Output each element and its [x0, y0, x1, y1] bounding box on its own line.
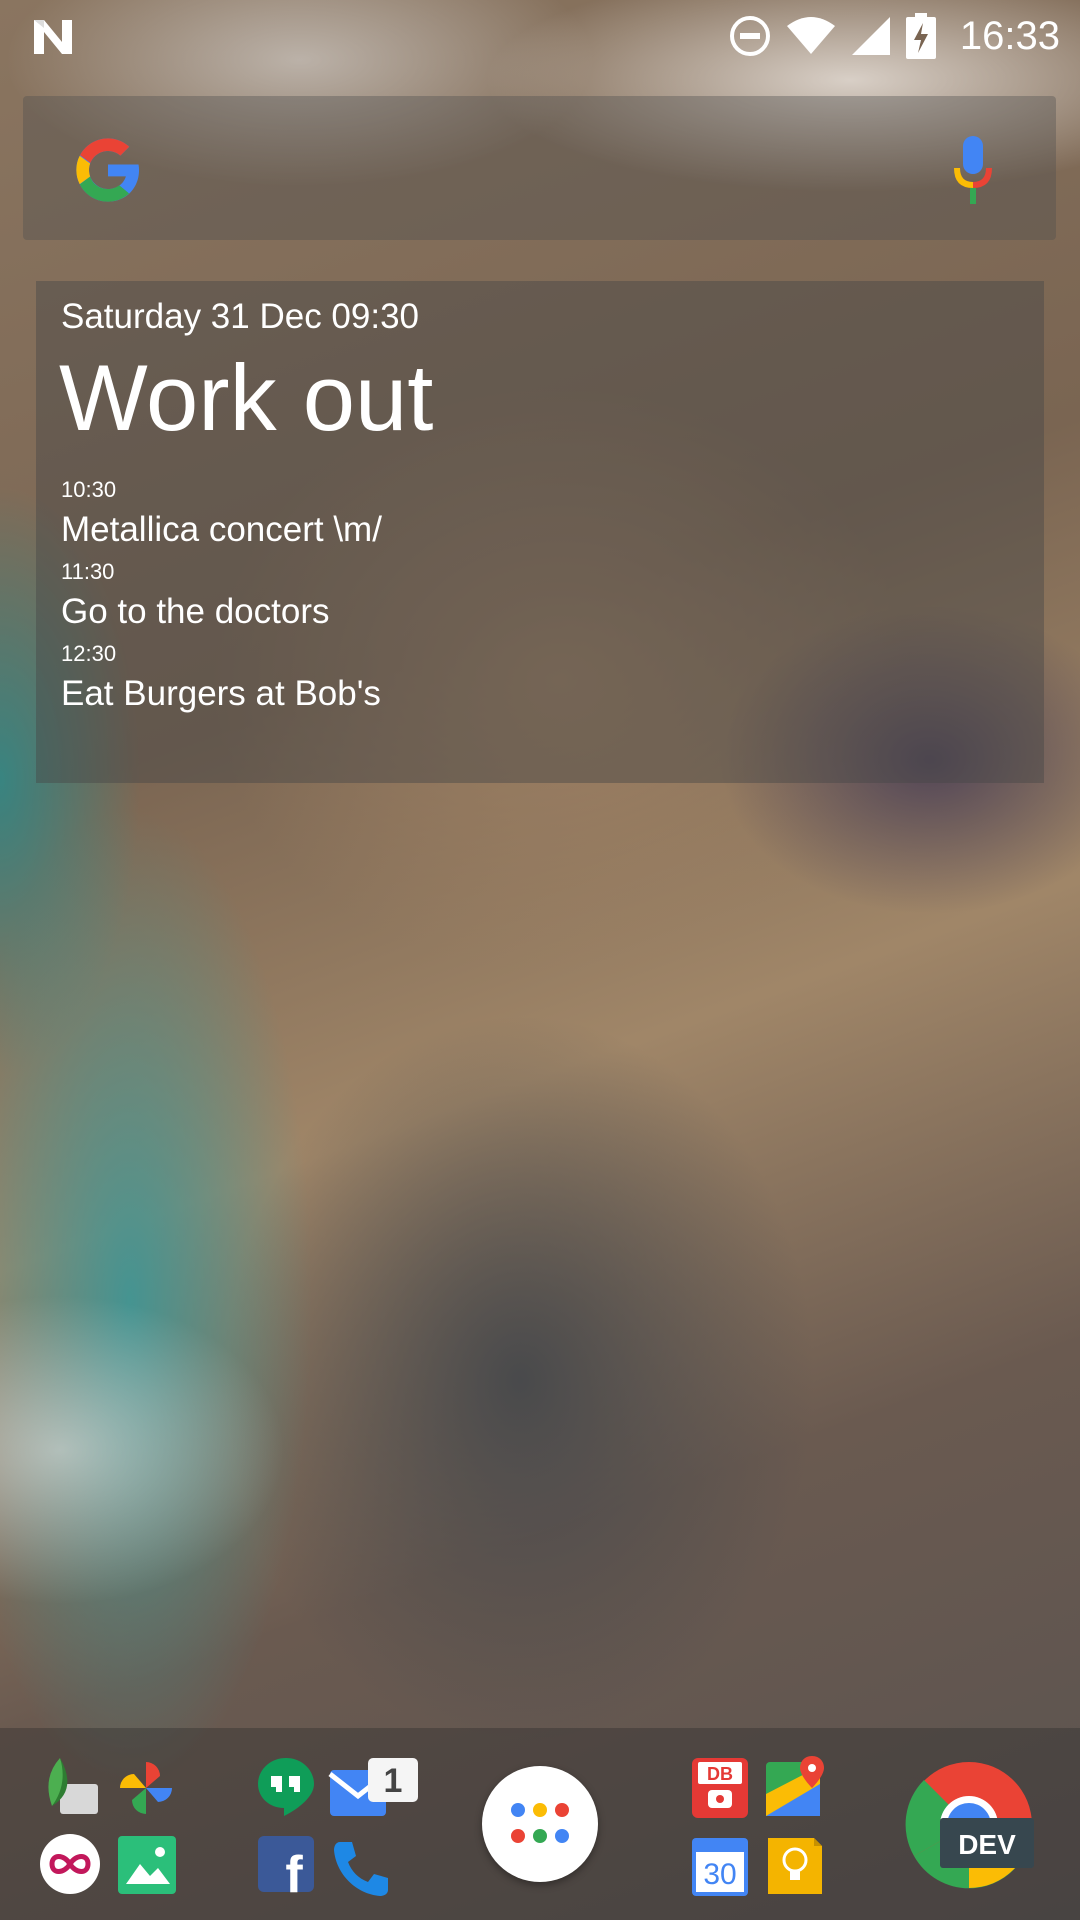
agenda-next-event-title: Work out — [59, 345, 434, 450]
microphone-icon[interactable] — [948, 134, 998, 208]
cell-signal-icon — [851, 17, 890, 55]
leaf-app-icon[interactable] — [38, 1754, 102, 1818]
agenda-widget[interactable]: Saturday 31 Dec 09:30 Work out 10:30 Met… — [36, 281, 1044, 783]
calendar-icon[interactable]: 30 — [688, 1834, 752, 1898]
agenda-date: Saturday 31 Dec 09:30 — [61, 297, 420, 336]
google-search-bar[interactable] — [23, 96, 1056, 240]
do-not-disturb-icon — [729, 16, 770, 56]
event-title[interactable]: Eat Burgers at Bob's — [61, 674, 381, 714]
status-icons: 16:33 — [728, 10, 1060, 62]
google-logo-icon[interactable] — [70, 132, 146, 208]
db-label: DB — [707, 1764, 733, 1784]
wifi-icon — [786, 17, 835, 54]
drawer-dot-icon — [555, 1829, 569, 1843]
photos-pinwheel-icon[interactable] — [114, 1756, 178, 1820]
mail-badge-count: 1 — [384, 1762, 403, 1800]
inbox-mail-icon[interactable]: 1 — [328, 1756, 420, 1820]
chrome-dev-icon[interactable]: DEV — [904, 1760, 1034, 1890]
phone-icon[interactable] — [330, 1836, 394, 1900]
drawer-dot-icon — [533, 1803, 547, 1817]
maps-icon[interactable] — [764, 1754, 828, 1818]
drawer-dot-icon — [555, 1803, 569, 1817]
event-time: 10:30 — [61, 477, 117, 502]
db-navigator-icon[interactable]: DB — [688, 1756, 752, 1820]
chrome-dev-label: DEV — [958, 1829, 1016, 1860]
status-time: 16:33 — [959, 13, 1060, 58]
event-time: 12:30 — [61, 641, 117, 666]
facebook-icon[interactable]: f — [256, 1834, 320, 1898]
event-title[interactable]: Go to the doctors — [61, 592, 329, 632]
status-bar: 16:33 — [0, 0, 1080, 72]
facebook-letter: f — [285, 1846, 303, 1898]
app-drawer-button[interactable] — [482, 1766, 598, 1882]
event-title[interactable]: Metallica concert \m/ — [61, 510, 382, 550]
infinity-app-icon[interactable] — [38, 1832, 102, 1896]
hangouts-icon[interactable] — [254, 1754, 318, 1818]
keep-bulb-icon[interactable] — [764, 1834, 828, 1898]
n-notification-icon — [34, 20, 72, 54]
drawer-dot-icon — [533, 1829, 547, 1843]
calendar-day: 30 — [703, 1858, 736, 1891]
gallery-app-icon[interactable] — [116, 1834, 180, 1898]
battery-charging-icon — [905, 13, 936, 59]
drawer-dot-icon — [511, 1829, 525, 1843]
event-time: 11:30 — [61, 559, 115, 584]
drawer-dot-icon — [511, 1803, 525, 1817]
